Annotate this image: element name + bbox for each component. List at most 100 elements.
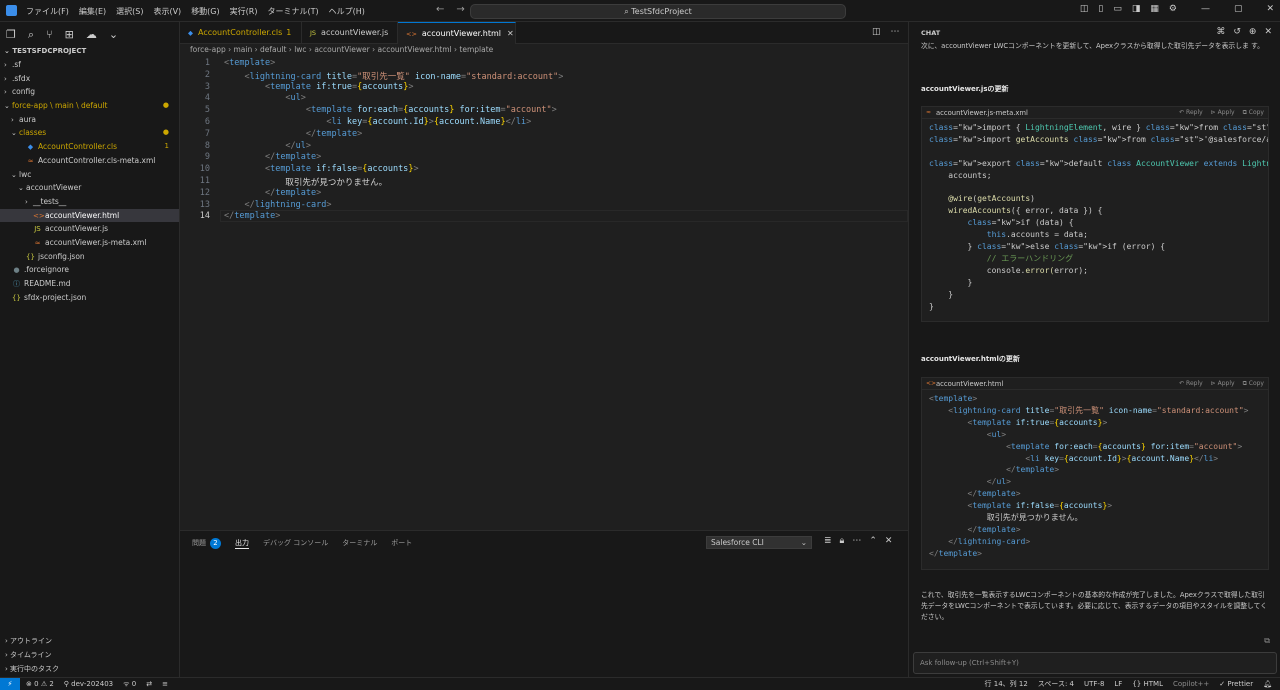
breadcrumb-item[interactable]: template [459,45,493,54]
maximize-icon[interactable]: ▢ [1234,4,1243,14]
breadcrumb-item[interactable]: force-app [190,45,226,54]
ports-status[interactable]: ᯤ 0 [123,678,136,690]
chevron-down-icon[interactable]: ⌄ [109,28,118,42]
breadcrumb-item[interactable]: accountViewer.html [377,45,451,54]
tree-item[interactable]: JS accountViewer.js [0,222,179,236]
menu-terminal[interactable]: ターミナル(T) [267,6,318,17]
forward-arrow-icon[interactable]: → [456,4,464,15]
menu-edit[interactable]: 編集(E) [79,6,106,17]
lock-icon[interactable]: 🔒︎ [840,536,845,546]
tree-item[interactable]: ⌄ classes ● [0,126,179,140]
chat-icon[interactable]: ⌘ [1216,27,1225,37]
toggle-sidebar-icon[interactable]: ▯ [1098,4,1103,14]
copilot-status[interactable]: Copilot++ [1173,678,1209,690]
tree-item[interactable]: › __tests__ [0,195,179,209]
close-window-icon[interactable]: ✕ [1266,4,1274,14]
menu-help[interactable]: ヘルプ(H) [329,6,365,17]
tree-item[interactable]: <>accountViewer.html [0,208,179,223]
menu-file[interactable]: ファイル(F) [26,6,69,17]
breadcrumb-item[interactable]: default [260,45,286,54]
breadcrumb-item[interactable]: lwc [294,45,306,54]
tree-item[interactable]: ⌄ accountViewer [0,181,179,195]
panel-tab-output[interactable]: 出力 [235,538,249,549]
problems-status[interactable]: ⊗ 0 ⚠ 2 [26,678,54,690]
command-center-search[interactable]: ⌕ TestSfdcProject [470,4,846,19]
copy-icon[interactable]: ⧉ [1264,636,1270,646]
close-icon[interactable]: ✕ [1264,27,1272,37]
copy-button[interactable]: ⧉ Copy [1243,378,1264,390]
output-channel-select[interactable]: Salesforce CLI ⌄ [706,536,812,549]
history-icon[interactable]: ↺ [1233,27,1241,37]
breadcrumb-item[interactable]: main [234,45,253,54]
default-org-status[interactable]: ⚲ dev-202403 [64,678,113,690]
panel-tab-terminal[interactable]: ターミナル [342,538,377,549]
tree-item[interactable]: {} sfdx-project.json [0,291,179,305]
tree-item[interactable]: ◆ AccountController.cls 1 [0,140,179,154]
minimize-icon[interactable]: — [1201,4,1210,14]
menu-view[interactable]: 表示(V) [153,6,181,17]
code-editor[interactable]: 1 <template> 2 <lightning-card title="取引先一… [180,57,908,530]
back-arrow-icon[interactable]: ← [436,4,444,15]
explorer-section-header[interactable]: ⌄ TESTSFDCPROJECT [4,47,86,55]
running-tasks-section[interactable]: › 実行中のタスク [0,663,180,676]
outline-section[interactable]: › アウトライン [0,635,180,648]
code-line: </template> [264,152,322,163]
menu-run[interactable]: 実行(R) [230,6,258,17]
close-panel-icon[interactable]: ✕ [885,536,893,546]
toggle-secondary-sidebar-icon[interactable]: ◨ [1132,4,1141,14]
breadcrumb-item[interactable]: accountViewer [314,45,369,54]
salesforce-cloud-icon[interactable]: ☁ [86,28,97,42]
explorer-icon[interactable]: ❐ [6,28,16,42]
layout-icon[interactable]: ▦ [1150,4,1159,14]
apply-button[interactable]: ⊳ Apply [1211,107,1235,119]
remote-indicator-icon[interactable]: ⚡ [0,678,20,690]
settings-gear-icon[interactable]: ⚙ [1169,4,1177,14]
indentation[interactable]: スペース: 4 [1038,678,1074,690]
cursor-position[interactable]: 行 14、列 12 [985,678,1028,690]
split-editor-icon[interactable]: ◫ [872,27,881,37]
editor-tab[interactable]: ◆ AccountController.cls 1 [180,22,302,44]
deploy-icon[interactable]: ⇄ [146,678,152,690]
reply-button[interactable]: ↶ Reply [1179,107,1203,119]
tree-item[interactable]: ⌄ lwc [0,168,179,182]
tree-item[interactable]: ≈ accountViewer.js-meta.xml [0,236,179,250]
search-view-icon[interactable]: ⌕ [28,28,34,42]
end-of-line[interactable]: LF [1114,678,1122,690]
tree-item[interactable]: ≈ AccountController.cls-meta.xml [0,154,179,168]
language-mode[interactable]: {} HTML [1132,678,1163,690]
encoding[interactable]: UTF-8 [1084,678,1104,690]
list-filter-icon[interactable]: ≣ [824,536,832,546]
editor-tab[interactable]: JS accountViewer.js [302,22,398,44]
extensions-icon[interactable]: ⊞ [65,28,74,42]
menu-icon[interactable]: ≡ [162,678,168,690]
more-actions-icon[interactable]: ⋯ [891,27,900,37]
tree-item[interactable]: › .sf [0,58,179,72]
copy-button[interactable]: ⧉ Copy [1243,107,1264,119]
prettier-status[interactable]: ✓ Prettier [1219,678,1253,690]
chat-input[interactable]: Ask follow-up (Ctrl+Shift+Y) [913,652,1277,674]
notifications-bell-icon[interactable]: 🔔︎ [1263,678,1272,690]
editor-tab[interactable]: <> accountViewer.html ✕ [398,22,516,44]
tree-item[interactable]: ⌄ force-app \ main \ default ● [0,99,179,113]
tree-item[interactable]: ● .forceignore [0,263,179,277]
close-tab-icon[interactable]: ✕ [507,29,514,38]
tree-item[interactable]: › .sfdx [0,72,179,86]
apply-button[interactable]: ⊳ Apply [1211,378,1235,390]
tree-item[interactable]: ⓘ README.md [0,277,179,291]
panel-tab-problems[interactable]: 問題 2 [192,538,221,549]
panel-tab-ports[interactable]: ポート [391,538,412,549]
toggle-panel-icon[interactable]: ▭ [1113,4,1122,14]
more-actions-icon[interactable]: ⋯ [852,536,861,546]
source-control-icon[interactable]: ⑂ [46,28,53,42]
tree-item[interactable]: › config [0,85,179,99]
tree-item[interactable]: › aura [0,113,179,127]
maximize-panel-icon[interactable]: ⌃ [869,536,877,546]
reply-button[interactable]: ↶ Reply [1179,378,1203,390]
tree-item[interactable]: {} jsconfig.json [0,250,179,264]
copilot-icon[interactable]: ◫ [1080,4,1089,14]
timeline-section[interactable]: › タイムライン [0,649,180,662]
new-chat-icon[interactable]: ⊕ [1249,27,1257,37]
panel-tab-debug-console[interactable]: デバッグ コンソール [263,538,328,549]
menu-go[interactable]: 移動(G) [191,6,219,17]
menu-selection[interactable]: 選択(S) [116,6,143,17]
